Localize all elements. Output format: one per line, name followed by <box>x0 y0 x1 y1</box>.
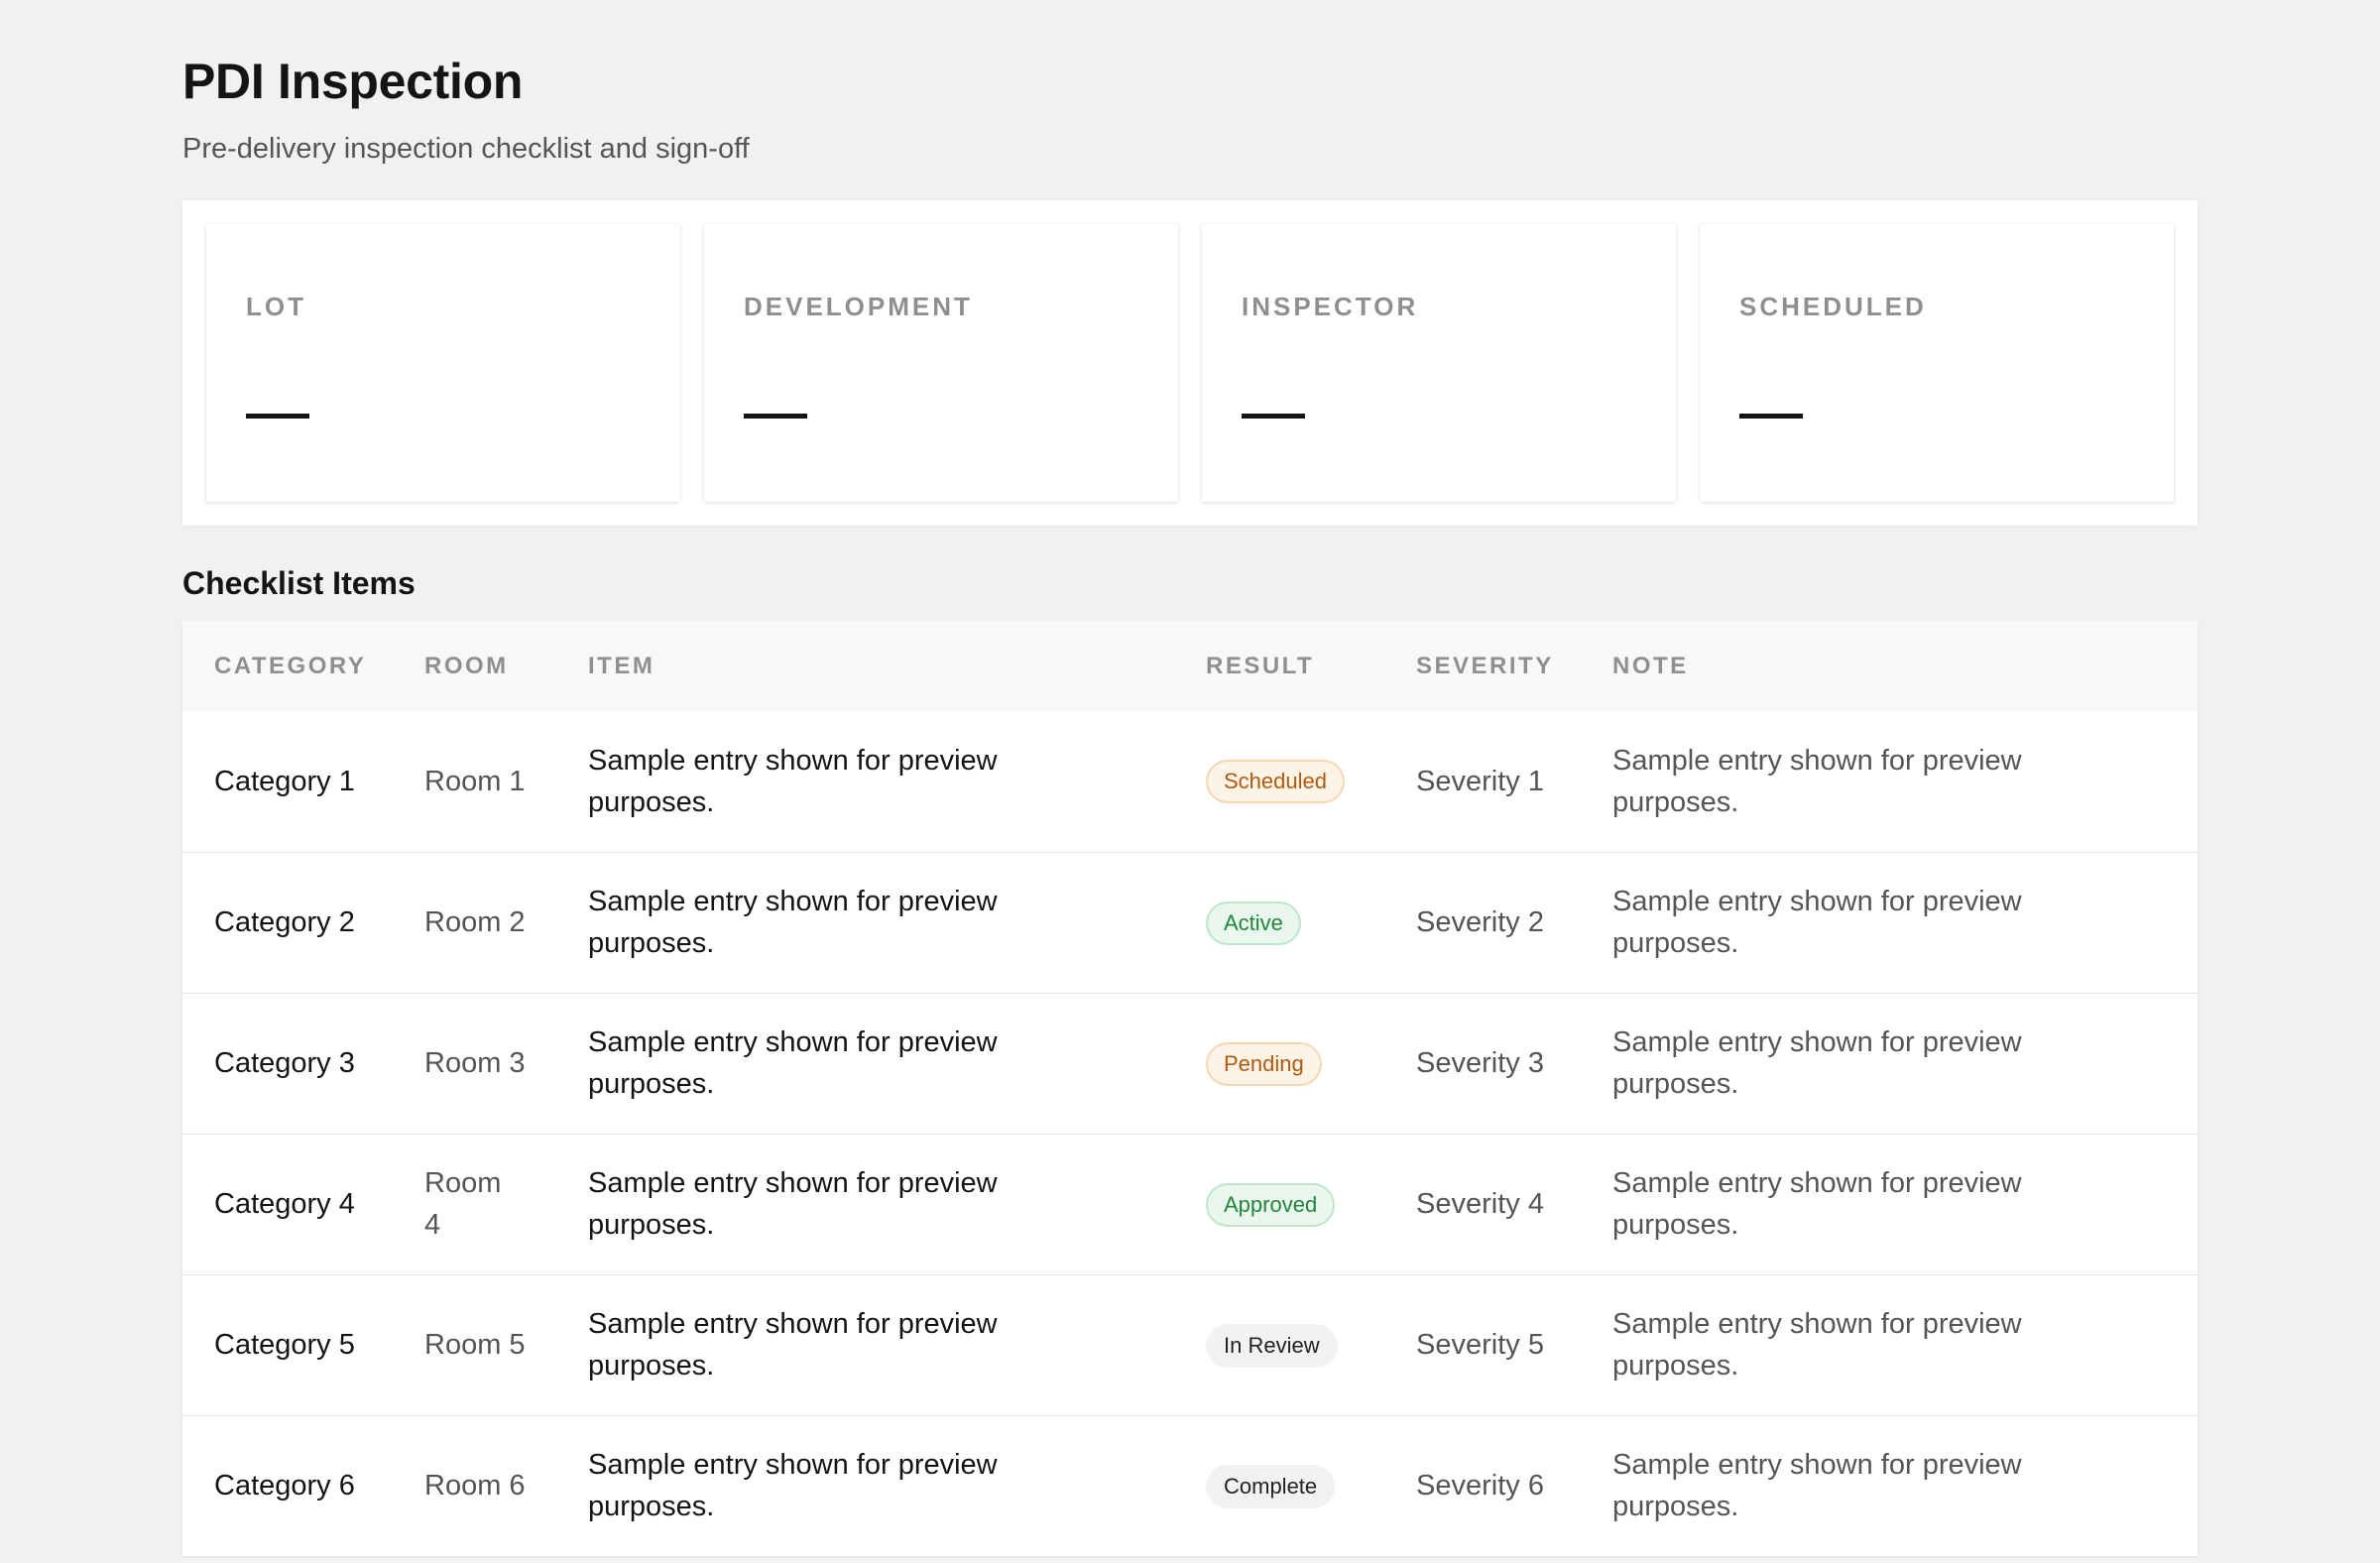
cell-note: Sample entry shown for preview purposes. <box>1581 711 2198 852</box>
summary-card-scheduled: SCHEDULED <box>1700 224 2174 502</box>
cell-result: Scheduled <box>1174 711 1384 852</box>
summary-card-value <box>1242 414 1305 419</box>
cell-item: Sample entry shown for preview purposes. <box>556 852 1174 993</box>
cell-note: Sample entry shown for preview purposes. <box>1581 993 2198 1134</box>
status-badge: Complete <box>1206 1464 1336 1508</box>
cell-item: Sample entry shown for preview purposes. <box>556 711 1174 852</box>
cell-result: Complete <box>1174 1415 1384 1556</box>
table-row[interactable]: Category 1 Room 1 Sample entry shown for p… <box>182 711 2198 852</box>
cell-room: Room 2 <box>393 852 556 993</box>
cell-room-text: Room 3 <box>424 1047 526 1079</box>
summary-card-value <box>246 414 309 419</box>
cell-severity: Severity 2 <box>1416 906 1544 938</box>
cell-item-text: Sample entry shown for preview purposes. <box>588 1308 998 1382</box>
cell-room: Room 4 <box>393 1134 556 1274</box>
summary-card-development: DEVELOPMENT <box>704 224 1178 502</box>
table-row[interactable]: Category 5 Room 5 Sample entry shown for p… <box>182 1274 2198 1415</box>
column-header-room[interactable]: ROOM <box>393 621 556 711</box>
cell-room-text: Room 6 <box>424 1470 526 1503</box>
cell-item-text: Sample entry shown for preview purposes. <box>588 886 998 959</box>
cell-note-text: Sample entry shown for preview purposes. <box>1612 1308 2022 1382</box>
cell-category: Category 5 <box>214 1329 355 1361</box>
cell-item-text: Sample entry shown for preview purposes. <box>588 1167 998 1241</box>
cell-room: Room 6 <box>393 1415 556 1556</box>
cell-severity: Severity 4 <box>1416 1188 1544 1220</box>
column-header-note[interactable]: NOTE <box>1581 621 2198 711</box>
cell-room-text: Room 4 <box>424 1167 502 1241</box>
summary-card-label: SCHEDULED <box>1739 292 1927 321</box>
cell-note-text: Sample entry shown for preview purposes. <box>1612 1026 2022 1100</box>
status-badge: Approved <box>1206 1182 1336 1227</box>
cell-note: Sample entry shown for preview purposes. <box>1581 1134 2198 1274</box>
column-header-item[interactable]: ITEM <box>556 621 1174 711</box>
cell-item-text: Sample entry shown for preview purposes. <box>588 1026 998 1100</box>
cell-note: Sample entry shown for preview purposes. <box>1581 1415 2198 1556</box>
status-badge: Pending <box>1206 1041 1322 1086</box>
cell-severity: Severity 3 <box>1416 1047 1544 1079</box>
cell-result: In Review <box>1174 1274 1384 1415</box>
cell-result: Pending <box>1174 993 1384 1134</box>
cell-category: Category 2 <box>214 906 355 938</box>
cell-item-text: Sample entry shown for preview purposes. <box>588 744 998 818</box>
page-subtitle: Pre-delivery inspection checklist and si… <box>182 133 750 165</box>
cell-category: Category 4 <box>214 1188 355 1220</box>
summary-card-value <box>744 414 807 419</box>
cell-category: Category 6 <box>214 1470 355 1503</box>
column-header-category[interactable]: CATEGORY <box>182 621 393 711</box>
table-row[interactable]: Category 6 Room 6 Sample entry shown for p… <box>182 1415 2198 1556</box>
summary-card-inspector: INSPECTOR <box>1202 224 1676 502</box>
cell-severity: Severity 5 <box>1416 1329 1544 1361</box>
cell-room: Room 1 <box>393 711 556 852</box>
cell-room: Room 3 <box>393 993 556 1134</box>
cell-item: Sample entry shown for preview purposes. <box>556 1134 1174 1274</box>
status-badge: Scheduled <box>1206 760 1345 804</box>
cell-result: Active <box>1174 852 1384 993</box>
cell-item: Sample entry shown for preview purposes. <box>556 993 1174 1134</box>
summary-card-label: LOT <box>246 292 306 321</box>
cell-note-text: Sample entry shown for preview purposes. <box>1612 1167 2022 1241</box>
cell-note-text: Sample entry shown for preview purposes. <box>1612 886 2022 959</box>
cell-severity: Severity 6 <box>1416 1470 1544 1503</box>
cell-note-text: Sample entry shown for preview purposes. <box>1612 1449 2022 1523</box>
cell-room-text: Room 1 <box>424 765 526 797</box>
cell-result: Approved <box>1174 1134 1384 1274</box>
table-row[interactable]: Category 3 Room 3 Sample entry shown for p… <box>182 993 2198 1134</box>
cell-item-text: Sample entry shown for preview purposes. <box>588 1449 998 1523</box>
cell-note: Sample entry shown for preview purposes. <box>1581 852 2198 993</box>
summary-card-lot: LOT <box>206 224 680 502</box>
cell-severity: Severity 1 <box>1416 765 1544 797</box>
cell-category: Category 1 <box>214 765 355 797</box>
checklist-table: CATEGORY ROOM ITEM RESULT SEVERITY NOTE … <box>182 621 2198 1556</box>
summary-card-value <box>1739 414 1803 419</box>
cell-note: Sample entry shown for preview purposes. <box>1581 1274 2198 1415</box>
table-row[interactable]: Category 2 Room 2 Sample entry shown for p… <box>182 852 2198 993</box>
column-header-result[interactable]: RESULT <box>1174 621 1384 711</box>
page-title: PDI Inspection <box>182 54 524 109</box>
cell-item: Sample entry shown for preview purposes. <box>556 1415 1174 1556</box>
table-header-row: CATEGORY ROOM ITEM RESULT SEVERITY NOTE <box>182 621 2198 711</box>
summary-card-label: DEVELOPMENT <box>744 292 973 321</box>
table-row[interactable]: Category 4 Room 4 Sample entry shown for p… <box>182 1134 2198 1274</box>
cell-item: Sample entry shown for preview purposes. <box>556 1274 1174 1415</box>
cell-room-text: Room 2 <box>424 906 526 938</box>
summary-card-label: INSPECTOR <box>1242 292 1419 321</box>
column-header-severity[interactable]: SEVERITY <box>1384 621 1581 711</box>
status-badge: Active <box>1206 901 1301 945</box>
summary-panel: LOT DEVELOPMENT INSPECTOR SCHEDULED <box>182 200 2198 526</box>
cell-room: Room 5 <box>393 1274 556 1415</box>
status-badge: In Review <box>1206 1323 1338 1368</box>
cell-room-text: Room 5 <box>424 1329 526 1361</box>
section-title-checklist: Checklist Items <box>182 565 416 601</box>
cell-note-text: Sample entry shown for preview purposes. <box>1612 744 2022 818</box>
cell-category: Category 3 <box>214 1047 355 1079</box>
